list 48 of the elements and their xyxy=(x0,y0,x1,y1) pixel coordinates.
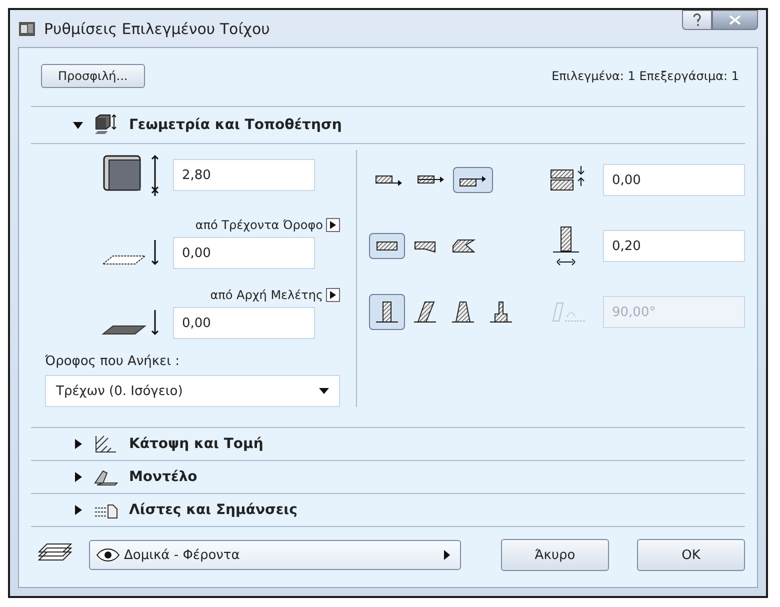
question-icon xyxy=(692,13,702,27)
wall-profile-icon xyxy=(412,299,438,325)
hatched-section-icon xyxy=(93,434,119,454)
disclosure-triangle-icon xyxy=(73,439,83,449)
close-icon xyxy=(728,15,742,25)
wall-profile-icon xyxy=(374,299,400,325)
panel-header[interactable]: Γεωμετρία και Τοποθέτηση xyxy=(31,107,745,144)
offset-field[interactable]: 0,00 xyxy=(603,164,745,196)
wall-profile-icon xyxy=(450,299,476,325)
wall-profile-option[interactable] xyxy=(369,294,405,330)
panel-header[interactable]: Μοντέλο xyxy=(31,461,745,494)
layer-dropdown[interactable]: Δομικά - Φέροντα xyxy=(89,540,461,570)
hatched-wall-icon xyxy=(450,238,476,254)
home-story-dropdown[interactable]: Τρέχων (0. Ισόγειο) xyxy=(45,375,340,407)
disclosure-triangle-icon xyxy=(73,472,83,482)
home-story-label: Όροφος που Ανήκει : xyxy=(45,354,180,369)
favorites-button[interactable]: Προσφιλή... xyxy=(41,64,145,88)
reference-label: από Αρχή Μελέτης xyxy=(210,288,323,302)
panel-header[interactable]: Κάτοψη και Τομή xyxy=(31,428,745,461)
cancel-button[interactable]: Άκυρο xyxy=(501,539,609,571)
panel-title: Λίστες και Σημάνσεις xyxy=(129,502,298,518)
elevation-field[interactable]: 0,00 xyxy=(173,307,315,339)
box-icon xyxy=(93,113,119,137)
wall-profile-icon xyxy=(488,299,514,325)
panel-title: Μοντέλο xyxy=(129,469,198,485)
reference-label: από Τρέχοντα Όροφο xyxy=(195,218,323,232)
help-button[interactable] xyxy=(682,10,712,30)
window-title: Ρυθμίσεις Επιλεγμένου Τοίχου xyxy=(44,20,271,38)
panel-header[interactable]: Λίστες και Σημάνσεις xyxy=(31,494,745,527)
wall-structure-option[interactable] xyxy=(369,233,405,259)
play-icon xyxy=(444,550,450,560)
disclosure-triangle-icon xyxy=(73,120,83,130)
selection-info: Επιλεγμένα: 1 Επεξεργάσιμα: 1 xyxy=(552,69,739,83)
reference-menu-button[interactable] xyxy=(326,288,340,302)
reference-line-option[interactable] xyxy=(453,167,493,193)
play-icon xyxy=(330,291,336,299)
panel-title: Κάτοψη και Τομή xyxy=(129,436,264,452)
base-offset-field[interactable]: 0,00 xyxy=(173,237,315,269)
ok-button[interactable]: OK xyxy=(637,539,745,571)
panel-title: Γεωμετρία και Τοποθέτηση xyxy=(129,117,342,133)
reference-menu-button[interactable] xyxy=(326,218,340,232)
play-icon xyxy=(330,221,336,229)
disclosure-triangle-icon xyxy=(73,505,83,515)
caret-icon xyxy=(319,388,329,394)
wall-height-field[interactable]: 2,80 xyxy=(173,159,315,191)
eye-icon xyxy=(96,548,120,562)
close-button[interactable] xyxy=(712,10,758,30)
thickness-field[interactable]: 0,20 xyxy=(603,230,745,262)
